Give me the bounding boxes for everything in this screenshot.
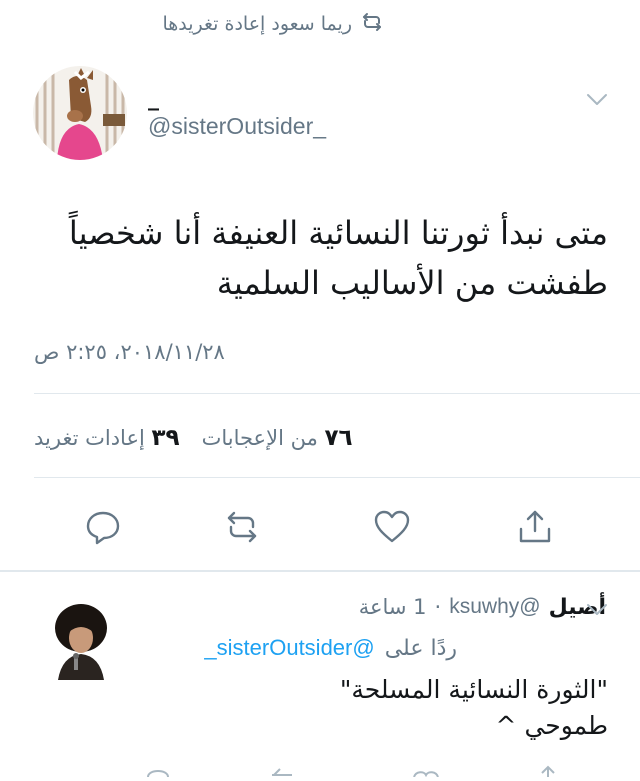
retweets-stat[interactable]: ٣٩ إعادات تغريد [34, 425, 180, 451]
divider [34, 477, 640, 478]
reply-icon[interactable] [83, 507, 123, 547]
chevron-down-icon[interactable] [584, 86, 610, 112]
reply-text: "الثورة النسائية المسلحة" طموحي ^ [148, 672, 608, 744]
reply-text-line: "الثورة النسائية المسلحة" [339, 675, 608, 704]
chevron-down-icon[interactable] [584, 596, 610, 622]
reply-author-avatar[interactable] [50, 600, 112, 680]
reply-time[interactable]: 1 ساعة [359, 595, 427, 619]
like-icon[interactable] [372, 507, 412, 547]
tweet-stats: ٧٦ من الإعجابات ٣٩ إعادات تغريد [34, 422, 353, 454]
tweet-timestamp[interactable]: ٢٠١٨/١١/٢٨، ٢:٢٥ ص [34, 340, 225, 364]
retweet-context-icon [360, 10, 384, 38]
reply-actions [0, 762, 640, 778]
replying-to: ردًا على @sisterOutsider_ [204, 635, 457, 661]
divider [34, 393, 640, 394]
divider [0, 570, 640, 572]
retweet-icon[interactable] [222, 507, 262, 547]
retweets-label: إعادات تغريد [34, 426, 145, 450]
separator-dot: · [434, 595, 442, 619]
replying-to-handle[interactable]: @sisterOutsider_ [204, 635, 374, 661]
tweet-text: متى نبدأ ثورتنا النسائية العنيفة أنا شخص… [68, 214, 608, 302]
retweet-context-text: ريما سعود إعادة تغريدها [162, 13, 352, 35]
retweets-count: ٣٩ [151, 425, 180, 451]
reply-text-line: طموحي ^ [495, 711, 608, 740]
reply-author-handle[interactable]: @ksuwhy [449, 595, 540, 619]
author-avatar[interactable] [33, 66, 127, 160]
replying-to-label: ردًا على [384, 635, 457, 661]
share-icon[interactable] [515, 507, 555, 547]
likes-label: من الإعجابات [201, 426, 318, 450]
likes-count: ٧٦ [324, 425, 353, 451]
author-display-name[interactable]: _ [148, 86, 159, 111]
reply-header: أصيل @ksuwhy · 1 ساعة [359, 592, 606, 622]
retweet-context[interactable]: ريما سعود إعادة تغريدها [162, 8, 384, 40]
author-handle[interactable]: @sisterOutsider_ [148, 113, 326, 140]
likes-stat[interactable]: ٧٦ من الإعجابات [202, 425, 353, 451]
